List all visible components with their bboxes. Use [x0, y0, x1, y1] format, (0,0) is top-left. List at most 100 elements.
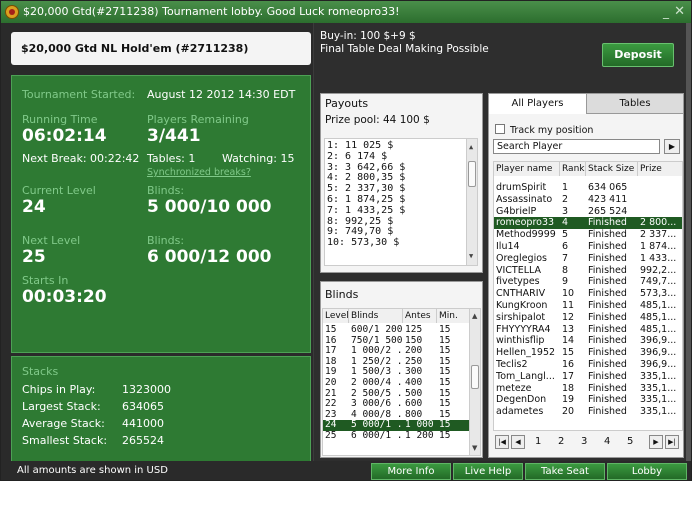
blinds-row[interactable]: 22 3 000/6 .. 600 15	[323, 399, 471, 410]
blinds-row[interactable]: 20 2 000/4 .. 400 15	[323, 378, 471, 389]
next-page-icon[interactable]: ▶	[649, 435, 663, 449]
blinds-cell: 125	[405, 325, 423, 335]
player-cell: 335,1...	[640, 382, 677, 394]
player-row[interactable]: G4brielP 3 265 524	[494, 206, 682, 218]
running-time-value: 06:02:14	[22, 126, 107, 146]
player-row[interactable]: adametes 20 Finished 335,1...	[494, 406, 682, 418]
blinds-label: Blinds:	[147, 184, 185, 197]
player-row[interactable]: Assassinato 2 423 411	[494, 194, 682, 206]
track-position-row[interactable]: Track my position	[495, 124, 593, 136]
blinds-cell: 15	[439, 378, 451, 388]
blinds-row[interactable]: 18 1 250/2 .. 250 15	[323, 357, 471, 368]
players-column-header[interactable]: Stack Size	[586, 162, 638, 176]
blinds-cell: 1 000	[405, 420, 434, 431]
search-player-input[interactable]	[493, 139, 660, 154]
player-row[interactable]: Tom_Langl... 17 Finished 335,1...	[494, 371, 682, 383]
running-time-label: Running Time	[22, 113, 98, 126]
player-cell: 11	[562, 300, 575, 311]
player-row[interactable]: winthisflip 14 Finished 396,9...	[494, 335, 682, 347]
player-row[interactable]: VICTELLA 8 Finished 992,2...	[494, 265, 682, 277]
scroll-thumb[interactable]	[468, 161, 476, 187]
player-row[interactable]: Ilu14 6 Finished 1 874...	[494, 241, 682, 253]
players-column-header[interactable]: Rank	[560, 162, 586, 176]
blinds-cell: 15	[325, 325, 337, 335]
page-number[interactable]: 4	[604, 436, 610, 447]
player-cell: Finished	[588, 406, 627, 418]
player-row[interactable]: DegenDon 19 Finished 335,1...	[494, 394, 682, 406]
player-cell: 20	[562, 406, 575, 418]
scroll-down-icon[interactable]: ▼	[472, 444, 477, 452]
player-row[interactable]: KungKroon 11 Finished 485,1...	[494, 300, 682, 312]
players-column-header[interactable]: Player name	[494, 162, 560, 176]
page-number[interactable]: 5	[627, 436, 633, 447]
close-button[interactable]: ✕	[674, 1, 685, 23]
scroll-down-icon[interactable]: ▼	[469, 251, 473, 262]
stack-label: Largest Stack:	[22, 400, 101, 413]
page-number[interactable]: 1	[535, 436, 541, 447]
blinds-cell: 600/1 200	[351, 325, 403, 335]
track-position-checkbox[interactable]	[495, 124, 505, 134]
blinds-row[interactable]: 15 600/1 200 125 15	[323, 325, 471, 336]
first-page-icon[interactable]: |◀	[495, 435, 509, 449]
player-row[interactable]: FHYYYYRA4 13 Finished 485,1...	[494, 323, 682, 336]
player-cell: Finished	[588, 276, 627, 288]
take-seat-button[interactable]: Take Seat	[525, 463, 605, 480]
blinds-cell: 1 000/2 ..	[351, 346, 403, 357]
players-column-header[interactable]: Prize	[638, 162, 682, 176]
stacks-panel: Stacks Chips in Play: 1323000 Largest Stac…	[11, 356, 311, 466]
blinds-row[interactable]: 24 5 000/1 .. 1 000 15	[323, 420, 471, 431]
deposit-button[interactable]: Deposit	[602, 43, 674, 67]
scroll-thumb[interactable]	[471, 365, 479, 389]
prev-page-icon[interactable]: ◀	[511, 435, 525, 449]
blinds-row[interactable]: 19 1 500/3 .. 300 15	[323, 367, 471, 378]
payouts-scrollbar[interactable]: ▲ ▼	[466, 139, 477, 265]
scroll-up-icon[interactable]: ▲	[472, 312, 477, 320]
synchronized-breaks-link[interactable]: Synchronized breaks?	[147, 167, 251, 178]
page-number[interactable]: 3	[581, 436, 587, 447]
blinds-row[interactable]: 23 4 000/8 .. 800 15	[323, 410, 471, 421]
player-cell: 1 433...	[640, 252, 677, 264]
page-number[interactable]: 2	[558, 436, 564, 447]
blinds-row[interactable]: 21 2 500/5 .. 500 15	[323, 389, 471, 400]
scroll-up-icon[interactable]: ▲	[469, 142, 473, 153]
next-blinds-label: Blinds:	[147, 234, 185, 247]
blinds-column-header[interactable]: Blinds	[349, 309, 403, 323]
player-row[interactable]: Teclis2 16 Finished 396,9...	[494, 359, 682, 371]
last-page-icon[interactable]: ▶|	[665, 435, 679, 449]
live-help-button[interactable]: Live Help	[453, 463, 523, 480]
player-row[interactable]: drumSpirit 1 634 065	[494, 182, 682, 194]
player-row[interactable]: Hellen_1952 15 Finished 396,9...	[494, 347, 682, 359]
player-row[interactable]: sirshipalot 12 Finished 485,1...	[494, 312, 682, 324]
player-row[interactable]: Oreglegios 7 Finished 1 433...	[494, 252, 682, 265]
blinds-row[interactable]: 16 750/1 500 150 15	[323, 336, 471, 347]
blinds-column-header[interactable]: Min.	[437, 309, 471, 323]
tab-all-players[interactable]: All Players	[489, 94, 587, 114]
player-row[interactable]: meteze 18 Finished 335,1...	[494, 382, 682, 395]
blinds-row[interactable]: 25 6 000/1 .. 1 200 15	[323, 431, 471, 442]
started-value: August 12 2012 14:30 EDT	[147, 88, 296, 101]
player-cell: FHYYYYRA4	[496, 323, 551, 335]
blinds-cell: 15	[439, 325, 451, 335]
player-cell: 2 800...	[640, 217, 677, 229]
stack-label: Average Stack:	[22, 417, 105, 430]
next-level-value: 25	[22, 247, 46, 267]
player-row[interactable]: CNTHARIV 10 Finished 573,3...	[494, 288, 682, 300]
player-row[interactable]: Method9999 5 Finished 2 337...	[494, 229, 682, 241]
blinds-scrollbar[interactable]: ▲ ▼	[469, 309, 480, 455]
blinds-cell: 20	[325, 378, 337, 388]
blinds-row[interactable]: 17 1 000/2 .. 200 15	[323, 346, 471, 357]
minimize-button[interactable]: _	[663, 1, 669, 23]
blinds-column-header[interactable]: Levels	[323, 309, 353, 323]
player-cell: 6	[562, 241, 569, 252]
tournament-status-panel: Tournament Started: August 12 2012 14:30…	[11, 75, 311, 353]
tab-tables[interactable]: Tables	[587, 94, 683, 114]
search-go-button[interactable]: ▶	[664, 139, 680, 154]
player-row[interactable]: romeopro33 4 Finished 2 800...	[494, 217, 682, 230]
lobby-button[interactable]: Lobby	[607, 463, 687, 480]
player-cell: 396,9...	[640, 335, 677, 347]
player-cell: drumSpirit	[496, 182, 547, 193]
player-row[interactable]: fivetypes 9 Finished 749,7...	[494, 276, 682, 288]
more-info-button[interactable]: More Info	[371, 463, 451, 480]
blinds-column-header[interactable]: Antes	[403, 309, 437, 323]
watching-count: Watching: 15	[222, 152, 295, 165]
